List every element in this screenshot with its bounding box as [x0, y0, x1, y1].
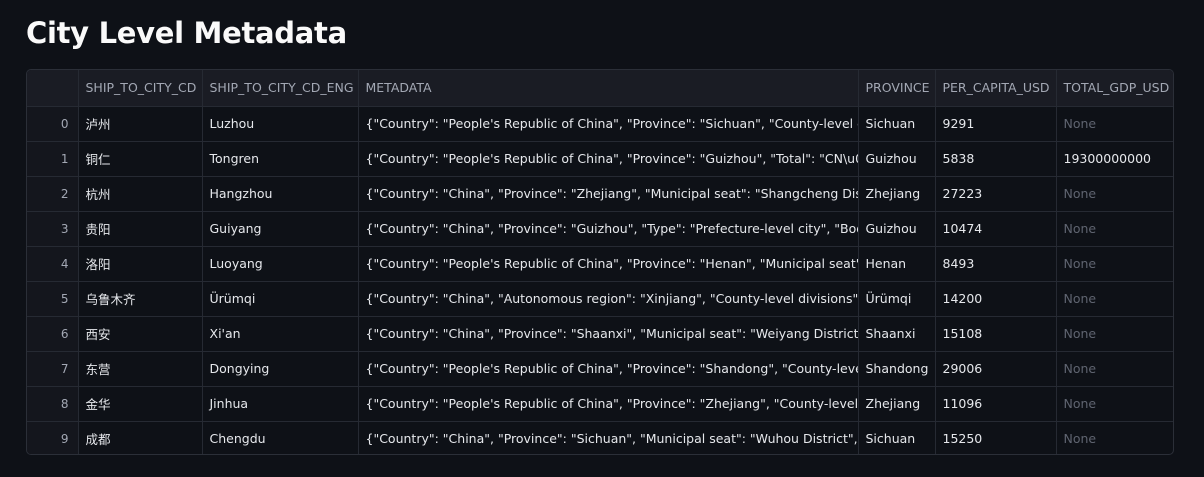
- row-index: 2: [27, 176, 79, 212]
- cell-total-gdp-usd[interactable]: None: [1056, 281, 1173, 317]
- cell-ship-to-city-cd[interactable]: 泸州: [78, 106, 203, 142]
- row-index: 5: [27, 281, 79, 317]
- cell-metadata[interactable]: {"Country": "China", "Province": "Shaanx…: [358, 316, 859, 352]
- row-index: 3: [27, 211, 79, 247]
- cell-total-gdp-usd[interactable]: None: [1056, 421, 1173, 454]
- row-index: 7: [27, 351, 79, 387]
- cell-province[interactable]: Ürümqi: [858, 281, 936, 317]
- cell-per-capita-usd[interactable]: 11096: [935, 386, 1057, 422]
- table-row: 6 西安 Xi'an {"Country": "China", "Province":…: [27, 316, 1173, 352]
- cell-per-capita-usd[interactable]: 8493: [935, 246, 1057, 282]
- cell-ship-to-city-cd-eng[interactable]: Guiyang: [202, 211, 359, 247]
- row-index: 0: [27, 106, 79, 142]
- cell-ship-to-city-cd[interactable]: 西安: [78, 316, 203, 352]
- cell-ship-to-city-cd-eng[interactable]: Luoyang: [202, 246, 359, 282]
- cell-total-gdp-usd[interactable]: None: [1056, 176, 1173, 212]
- cell-per-capita-usd[interactable]: 5838: [935, 141, 1057, 177]
- cell-ship-to-city-cd-eng[interactable]: Luzhou: [202, 106, 359, 142]
- cell-province[interactable]: Zhejiang: [858, 386, 936, 422]
- table-row: 1 铜仁 Tongren {"Country": "People's Republic…: [27, 141, 1173, 177]
- cell-per-capita-usd[interactable]: 29006: [935, 351, 1057, 387]
- cell-ship-to-city-cd-eng[interactable]: Jinhua: [202, 386, 359, 422]
- table-row: 3 贵阳 Guiyang {"Country": "China", "Province…: [27, 211, 1173, 247]
- cell-province[interactable]: Henan: [858, 246, 936, 282]
- cell-province[interactable]: Sichuan: [858, 106, 936, 142]
- cell-province[interactable]: Guizhou: [858, 141, 936, 177]
- cell-total-gdp-usd[interactable]: None: [1056, 106, 1173, 142]
- cell-total-gdp-usd[interactable]: None: [1056, 211, 1173, 247]
- cell-total-gdp-usd[interactable]: None: [1056, 386, 1173, 422]
- header-row: SHIP_TO_CITY_CD SHIP_TO_CITY_CD_ENG META…: [27, 70, 1173, 107]
- cell-per-capita-usd[interactable]: 15250: [935, 421, 1057, 454]
- cell-total-gdp-usd[interactable]: None: [1056, 316, 1173, 352]
- cell-total-gdp-usd[interactable]: None: [1056, 246, 1173, 282]
- cell-ship-to-city-cd[interactable]: 金华: [78, 386, 203, 422]
- cell-ship-to-city-cd[interactable]: 贵阳: [78, 211, 203, 247]
- cell-ship-to-city-cd-eng[interactable]: Chengdu: [202, 421, 359, 454]
- column-header-ship-to-city-cd-eng[interactable]: SHIP_TO_CITY_CD_ENG: [202, 70, 359, 107]
- cell-province[interactable]: Guizhou: [858, 211, 936, 247]
- cell-metadata[interactable]: {"Country": "China", "Province": "Sichua…: [358, 421, 859, 454]
- cell-ship-to-city-cd[interactable]: 铜仁: [78, 141, 203, 177]
- cell-per-capita-usd[interactable]: 9291: [935, 106, 1057, 142]
- cell-ship-to-city-cd-eng[interactable]: Xi'an: [202, 316, 359, 352]
- page: City Level Metadata SHIP_TO_CITY_CD SHIP…: [0, 0, 1204, 477]
- data-table: SHIP_TO_CITY_CD SHIP_TO_CITY_CD_ENG META…: [27, 70, 1173, 454]
- row-index: 6: [27, 316, 79, 352]
- cell-ship-to-city-cd[interactable]: 乌鲁木齐: [78, 281, 203, 317]
- cell-ship-to-city-cd[interactable]: 杭州: [78, 176, 203, 212]
- cell-metadata[interactable]: {"Country": "People's Republic of China"…: [358, 246, 859, 282]
- cell-province[interactable]: Shandong: [858, 351, 936, 387]
- cell-ship-to-city-cd-eng[interactable]: Tongren: [202, 141, 359, 177]
- table-row: 9 成都 Chengdu {"Country": "China", "Province…: [27, 421, 1173, 454]
- cell-province[interactable]: Zhejiang: [858, 176, 936, 212]
- cell-ship-to-city-cd-eng[interactable]: Hangzhou: [202, 176, 359, 212]
- column-header-total-gdp-usd[interactable]: TOTAL_GDP_USD: [1056, 70, 1173, 107]
- cell-metadata[interactable]: {"Country": "People's Republic of China"…: [358, 141, 859, 177]
- cell-ship-to-city-cd-eng[interactable]: Ürümqi: [202, 281, 359, 317]
- cell-ship-to-city-cd[interactable]: 洛阳: [78, 246, 203, 282]
- cell-per-capita-usd[interactable]: 15108: [935, 316, 1057, 352]
- cell-per-capita-usd[interactable]: 10474: [935, 211, 1057, 247]
- cell-ship-to-city-cd[interactable]: 成都: [78, 421, 203, 454]
- table-row: 5 乌鲁木齐 Ürümqi {"Country": "China", "Autonom…: [27, 281, 1173, 317]
- cell-total-gdp-usd[interactable]: 19300000000: [1056, 141, 1173, 177]
- table-row: 8 金华 Jinhua {"Country": "People's Republic …: [27, 386, 1173, 422]
- cell-metadata[interactable]: {"Country": "People's Republic of China"…: [358, 351, 859, 387]
- table-row: 0 泸州 Luzhou {"Country": "People's Republic …: [27, 106, 1173, 142]
- cell-metadata[interactable]: {"Country": "China", "Autonomous region"…: [358, 281, 859, 317]
- cell-total-gdp-usd[interactable]: None: [1056, 351, 1173, 387]
- cell-per-capita-usd[interactable]: 14200: [935, 281, 1057, 317]
- index-column-header: [27, 70, 79, 107]
- cell-ship-to-city-cd[interactable]: 东营: [78, 351, 203, 387]
- row-index: 1: [27, 141, 79, 177]
- page-title: City Level Metadata: [26, 16, 347, 50]
- column-header-ship-to-city-cd[interactable]: SHIP_TO_CITY_CD: [78, 70, 203, 107]
- table-row: 7 东营 Dongying {"Country": "People's Republi…: [27, 351, 1173, 387]
- cell-ship-to-city-cd-eng[interactable]: Dongying: [202, 351, 359, 387]
- dataframe-grid[interactable]: SHIP_TO_CITY_CD SHIP_TO_CITY_CD_ENG META…: [26, 69, 1174, 455]
- table-row: 2 杭州 Hangzhou {"Country": "China", "Provinc…: [27, 176, 1173, 212]
- column-header-province[interactable]: PROVINCE: [858, 70, 936, 107]
- row-index: 9: [27, 421, 79, 454]
- cell-province[interactable]: Shaanxi: [858, 316, 936, 352]
- column-header-per-capita-usd[interactable]: PER_CAPITA_USD: [935, 70, 1057, 107]
- column-header-metadata[interactable]: METADATA: [358, 70, 859, 107]
- cell-metadata[interactable]: {"Country": "People's Republic of China"…: [358, 386, 859, 422]
- cell-metadata[interactable]: {"Country": "People's Republic of China"…: [358, 106, 859, 142]
- cell-per-capita-usd[interactable]: 27223: [935, 176, 1057, 212]
- cell-metadata[interactable]: {"Country": "China", "Province": "Zhejia…: [358, 176, 859, 212]
- table-row: 4 洛阳 Luoyang {"Country": "People's Republic…: [27, 246, 1173, 282]
- cell-province[interactable]: Sichuan: [858, 421, 936, 454]
- row-index: 8: [27, 386, 79, 422]
- cell-metadata[interactable]: {"Country": "China", "Province": "Guizho…: [358, 211, 859, 247]
- row-index: 4: [27, 246, 79, 282]
